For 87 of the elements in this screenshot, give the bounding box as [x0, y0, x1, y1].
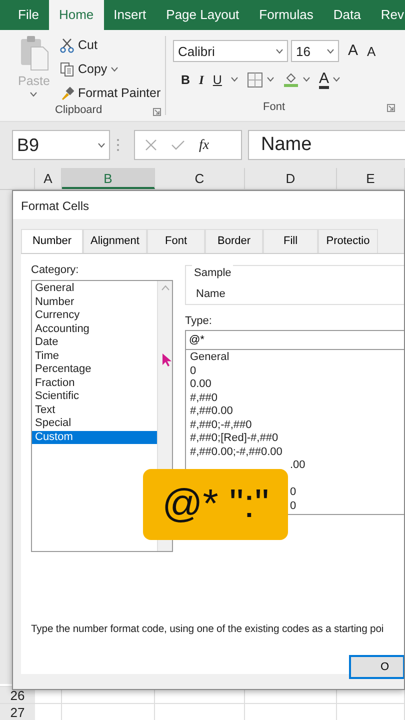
copy-icon	[60, 62, 74, 77]
caret-icon	[230, 77, 238, 82]
format-item[interactable]: General	[186, 351, 404, 364]
ribbon-tab[interactable]: Data	[323, 0, 371, 30]
caret-icon	[98, 142, 105, 148]
decrease-font-button[interactable]: A	[367, 42, 376, 61]
sample-label: Sample	[192, 264, 234, 281]
format-item[interactable]: #,##0;-#,##0	[186, 418, 404, 432]
ok-button[interactable]: O	[349, 655, 404, 679]
dialog-launcher-icon[interactable]	[153, 108, 161, 116]
caret-icon	[332, 77, 340, 82]
clipboard-icon	[18, 35, 49, 71]
group-label: Font	[263, 100, 286, 114]
scroll-up-icon[interactable]	[160, 285, 170, 291]
font-color-button[interactable]: A	[318, 70, 340, 89]
grip-icon	[116, 138, 120, 152]
ribbon-tab[interactable]: Home	[48, 0, 104, 30]
category-item[interactable]: General	[32, 282, 157, 296]
name-box[interactable]: B9	[12, 130, 110, 160]
check-icon[interactable]	[171, 139, 185, 151]
category-item[interactable]: Scientific	[32, 390, 157, 404]
format-item[interactable]: #,##0	[186, 392, 404, 405]
category-item[interactable]: Custom	[32, 430, 157, 444]
dialog-tab[interactable]: Protectio	[318, 229, 378, 252]
format-item[interactable]: #,##0.00	[186, 405, 404, 418]
paint-bucket-icon	[282, 71, 299, 88]
caret-icon	[302, 77, 310, 82]
formula-field[interactable]: Name	[248, 130, 405, 160]
format-item[interactable]: 0	[186, 364, 404, 378]
type-field[interactable]: @*	[185, 330, 404, 350]
category-label: Category:	[31, 262, 80, 278]
italic-button[interactable]: I	[199, 70, 204, 90]
insert-function-button[interactable]: fx	[199, 134, 210, 156]
category-item[interactable]: Fraction	[32, 376, 157, 390]
dialog-launcher-icon[interactable]	[387, 104, 395, 112]
close-icon[interactable]	[145, 139, 157, 151]
ribbon-tab[interactable]: Insert	[104, 0, 156, 30]
category-item[interactable]: Accounting	[32, 322, 157, 336]
column-header[interactable]: D	[245, 168, 337, 189]
category-item[interactable]: Text	[32, 404, 157, 417]
caret-icon	[266, 77, 274, 82]
category-item[interactable]: Number	[32, 296, 157, 309]
dialog-tab[interactable]: Number	[21, 229, 83, 252]
border-icon	[246, 72, 263, 88]
format-painter-button[interactable]: Format Painter	[60, 84, 161, 102]
fill-color-button[interactable]	[282, 71, 310, 88]
column-header[interactable]: B	[62, 168, 155, 189]
category-item[interactable]: Special	[32, 417, 157, 430]
format-item[interactable]: #,##0;[Red]-#,##0	[186, 432, 404, 446]
mouse-pointer-icon	[162, 353, 172, 367]
caret-icon	[111, 66, 118, 72]
caption-overlay: @* ":"	[143, 469, 288, 540]
increase-font-button[interactable]: A	[348, 40, 358, 62]
dialog-tab[interactable]: Fill	[263, 229, 318, 252]
caret-icon	[327, 48, 334, 54]
copy-button[interactable]: Copy	[60, 60, 161, 78]
dialog-tab[interactable]: Font	[147, 229, 205, 252]
borders-button[interactable]	[246, 72, 274, 88]
dialog-tab[interactable]: Alignment	[83, 229, 147, 252]
column-header[interactable]: C	[155, 168, 245, 189]
category-item[interactable]: Percentage	[32, 363, 157, 376]
row-header[interactable]: 27	[0, 704, 35, 720]
ribbon-tab[interactable]: Page Layout	[156, 0, 250, 30]
sample-value: Name	[196, 286, 226, 302]
ribbon-tab[interactable]: File	[8, 0, 49, 30]
format-item[interactable]: 0.00	[186, 378, 404, 392]
column-header[interactable]: E	[337, 168, 405, 189]
description-text: Type the number format code, using one of the existing codes as a starting poi	[31, 622, 384, 636]
category-item[interactable]: Time	[32, 350, 157, 363]
dialog-title: Format Cells	[21, 199, 90, 213]
category-item[interactable]: Currency	[32, 309, 157, 322]
caret-icon	[276, 48, 283, 54]
scissors-icon	[60, 38, 74, 53]
ribbon-tab[interactable]: Formulas	[249, 0, 324, 30]
font-name-field[interactable]: Calibri	[173, 40, 288, 62]
caret-icon	[30, 92, 38, 97]
ribbon-tab[interactable]: Rev	[370, 0, 405, 30]
cut-button[interactable]: Cut	[60, 36, 161, 55]
underline-button[interactable]: U	[212, 70, 222, 90]
category-item[interactable]: Date	[32, 336, 157, 350]
font-size-field[interactable]: 16	[291, 40, 339, 62]
brush-icon	[60, 86, 74, 100]
dialog-tab[interactable]: Border	[205, 229, 263, 252]
group-label: Clipboard	[55, 103, 102, 118]
bold-button[interactable]: B	[181, 70, 190, 90]
type-label: Type:	[185, 314, 213, 328]
format-item[interactable]: #,##0.00;-#,##0.00	[186, 446, 404, 459]
